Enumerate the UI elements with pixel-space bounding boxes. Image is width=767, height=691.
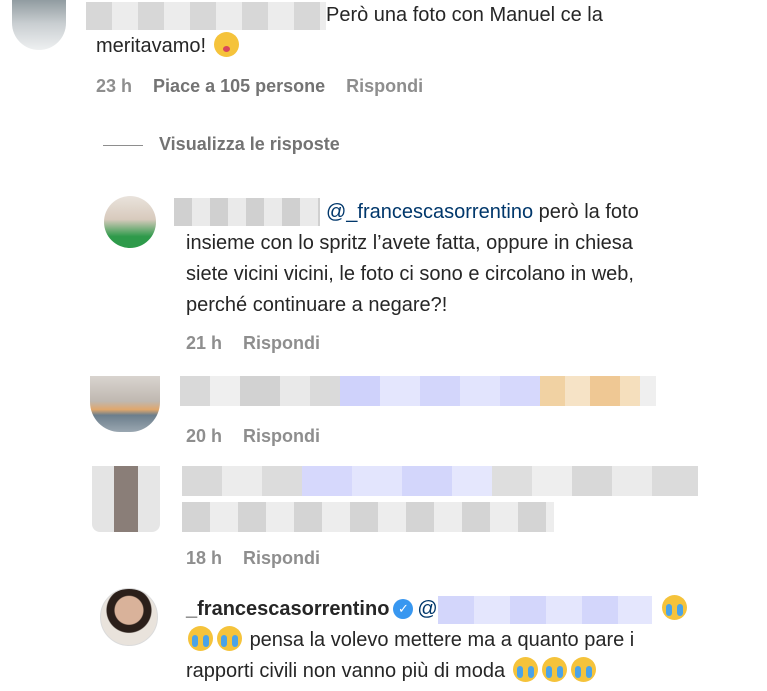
reply-text-line2: insieme con lo spritz l’avete fatta, opp… — [186, 232, 633, 254]
reply-button[interactable]: Rispondi — [243, 426, 320, 446]
author-reply-line3: rapporti civili non vanno più di moda — [186, 660, 506, 682]
avatar[interactable] — [92, 466, 160, 532]
redacted-comment-text — [182, 466, 698, 496]
author-reply-line2: pensa la volevo mettere ma a quanto pare… — [249, 629, 635, 651]
kissing-face-emoji-icon — [213, 32, 239, 57]
redacted-comment-text — [180, 376, 656, 406]
reply-text-line3: siete vicini vicini, le foto ci sono e c… — [186, 263, 634, 285]
view-replies-button[interactable]: Visualizza le risposte — [103, 134, 356, 155]
crying-face-emoji-icon — [188, 626, 213, 651]
comment-text-line1: Però una foto con Manuel ce la — [326, 4, 603, 26]
crying-face-emoji-icon — [541, 657, 567, 682]
mention-link[interactable]: @ — [417, 598, 437, 620]
crying-face-emoji-icon — [570, 657, 596, 682]
avatar[interactable] — [100, 588, 158, 646]
reply-button[interactable]: Rispondi — [346, 76, 423, 96]
redacted-username — [174, 198, 320, 226]
reply-text: insieme con lo spritz l’avete fatta, opp… — [186, 228, 634, 321]
avatar[interactable] — [12, 0, 66, 50]
view-replies-label: Visualizza le risposte — [159, 134, 340, 154]
author-line: _francescasorrentino ✓ @ — [186, 594, 689, 625]
divider — [103, 144, 143, 146]
reply-time: 20 h — [186, 426, 223, 446]
comment-time: 23 h — [96, 76, 133, 96]
avatar[interactable] — [104, 196, 156, 248]
author-username[interactable]: _francescasorrentino — [186, 598, 389, 620]
crying-face-emoji-icon — [217, 626, 242, 651]
comment-text: Però una foto con Manuel ce la — [326, 0, 603, 31]
comment-text-line2-row: meritavamo! — [96, 31, 241, 62]
verified-badge-icon: ✓ — [393, 599, 414, 619]
mention-link[interactable]: @_francescasorrentino — [326, 201, 533, 223]
reply-meta: 21 h Rispondi — [186, 333, 336, 354]
reply-button[interactable]: Rispondi — [243, 333, 320, 353]
reply-time: 18 h — [186, 548, 223, 568]
reply-meta: 18 h Rispondi — [186, 548, 336, 569]
crying-face-emoji-icon — [512, 657, 538, 682]
redacted-username — [86, 2, 326, 30]
redacted-comment-text-line2 — [182, 502, 554, 532]
crying-face-emoji-icon — [661, 595, 687, 620]
author-reply-text: pensa la volevo mettere ma a quanto pare… — [186, 625, 634, 687]
author-reply-line2-row: pensa la volevo mettere ma a quanto pare… — [186, 625, 634, 656]
comment-meta: 23 h Piace a 105 persone Rispondi — [96, 76, 439, 97]
comment-likes[interactable]: Piace a 105 persone — [153, 76, 325, 96]
comment-text-line2: meritavamo! — [96, 35, 207, 57]
reply-meta: 20 h Rispondi — [186, 426, 336, 447]
author-reply-line3-row: rapporti civili non vanno più di moda — [186, 656, 634, 687]
avatar[interactable] — [90, 376, 160, 432]
redacted-mention — [437, 595, 652, 624]
reply-text-line1: però la foto — [533, 201, 639, 223]
reply-text-line1-row: @_francescasorrentino però la foto — [326, 197, 639, 228]
reply-time: 21 h — [186, 333, 223, 353]
reply-button[interactable]: Rispondi — [243, 548, 320, 568]
reply-text-line4: perché continuare a negare?! — [186, 294, 448, 316]
